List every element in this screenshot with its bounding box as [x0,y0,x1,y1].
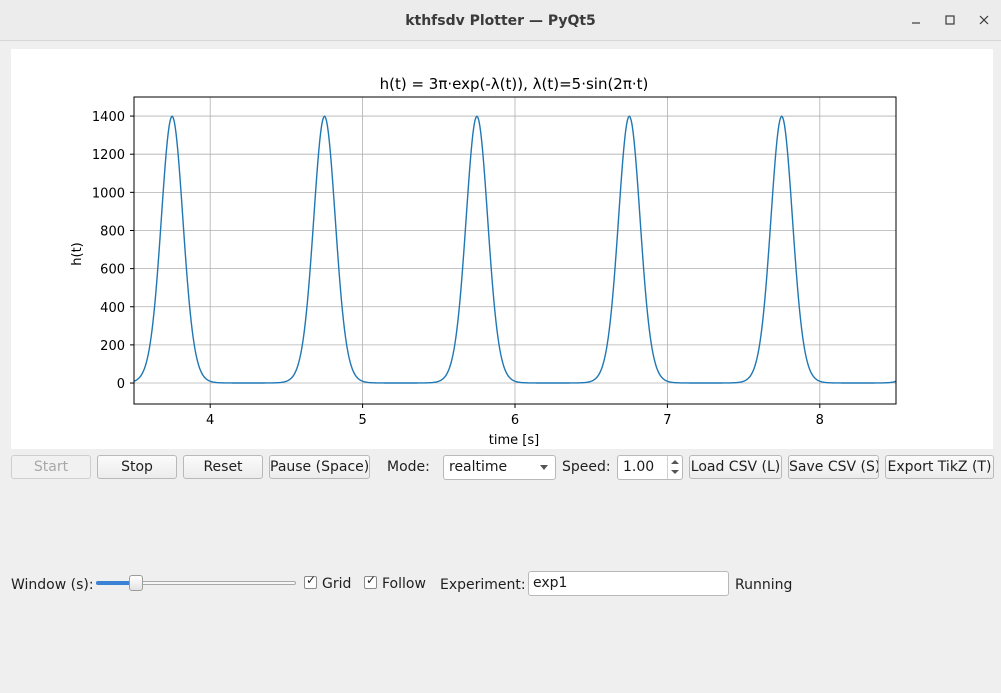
experiment-input[interactable]: exp1 [528,571,729,596]
close-icon[interactable] [976,12,992,28]
experiment-input-value: exp1 [533,575,568,591]
x-axis-label: time [s] [489,433,539,448]
spin-up-icon[interactable] [671,460,679,464]
window-slider[interactable] [96,574,296,594]
speed-spinbox[interactable]: 1.00 [617,455,683,480]
mode-label: Mode: [387,459,430,475]
chart-title: h(t) = 3π·exp(-λ(t)), λ(t)=5·sin(2π·t) [380,75,649,93]
export-tikz-button[interactable]: Export TikZ (T) [885,455,994,479]
pause-button[interactable]: Pause (Space) [269,455,370,479]
x-tick-label: 8 [816,413,824,428]
plot-canvas[interactable]: 4 5 6 7 8 0 200 400 600 800 1000 1200 1400 h(t) = 3π… [11,49,993,449]
mode-select-value: realtime [449,459,508,475]
check-icon: ✓ [366,573,377,587]
x-tick-label: 4 [206,413,214,428]
mode-select[interactable]: realtime [443,455,556,480]
x-tick-label: 5 [358,413,366,428]
stop-button[interactable]: Stop [97,455,177,479]
y-tick-label: 1200 [92,148,125,163]
start-button[interactable]: Start [11,455,91,479]
line-chart: 4 5 6 7 8 0 200 400 600 800 1000 1200 1400 h(t) = 3π… [70,75,897,448]
y-axis-label: h(t) [70,242,85,265]
minimize-icon[interactable] [908,12,924,28]
grid-checkbox[interactable]: ✓ [304,573,317,589]
spin-down-icon[interactable] [671,470,679,474]
status-text: Running [735,577,793,593]
y-tick-label: 600 [100,263,125,278]
reset-button[interactable]: Reset [183,455,263,479]
y-tick-label: 0 [117,377,125,392]
y-tick-label: 800 [100,224,125,239]
speed-label: Speed: [562,459,611,475]
x-tick-label: 6 [511,413,519,428]
follow-label[interactable]: Follow [382,576,426,592]
spin-buttons[interactable] [667,456,682,479]
maximize-icon[interactable] [942,12,958,28]
y-tick-label: 200 [100,339,125,354]
axis-ticks: 4 5 6 7 8 0 200 400 600 800 1000 1200 1400 [92,110,824,428]
grid-label[interactable]: Grid [322,576,351,592]
grid-lines [134,97,896,404]
x-tick-label: 7 [663,413,671,428]
save-csv-button[interactable]: Save CSV (S) [788,455,879,479]
app-window: kthfsdv Plotter — PyQt5 4 5 6 7 8 0 200 400 600 8… [0,0,1001,693]
y-tick-label: 1400 [92,110,125,125]
y-tick-label: 1000 [92,186,125,201]
y-tick-label: 400 [100,301,125,316]
load-csv-button[interactable]: Load CSV (L) [689,455,782,479]
chevron-down-icon [540,465,548,470]
title-bar[interactable]: kthfsdv Plotter — PyQt5 [0,0,1001,41]
window-size-label: Window (s): [11,577,94,593]
window-title: kthfsdv Plotter — PyQt5 [405,13,596,29]
speed-value: 1.00 [623,459,655,475]
check-icon: ✓ [306,573,317,587]
slider-handle[interactable] [129,575,144,591]
follow-checkbox[interactable]: ✓ [364,573,377,589]
experiment-label: Experiment: [440,577,526,593]
